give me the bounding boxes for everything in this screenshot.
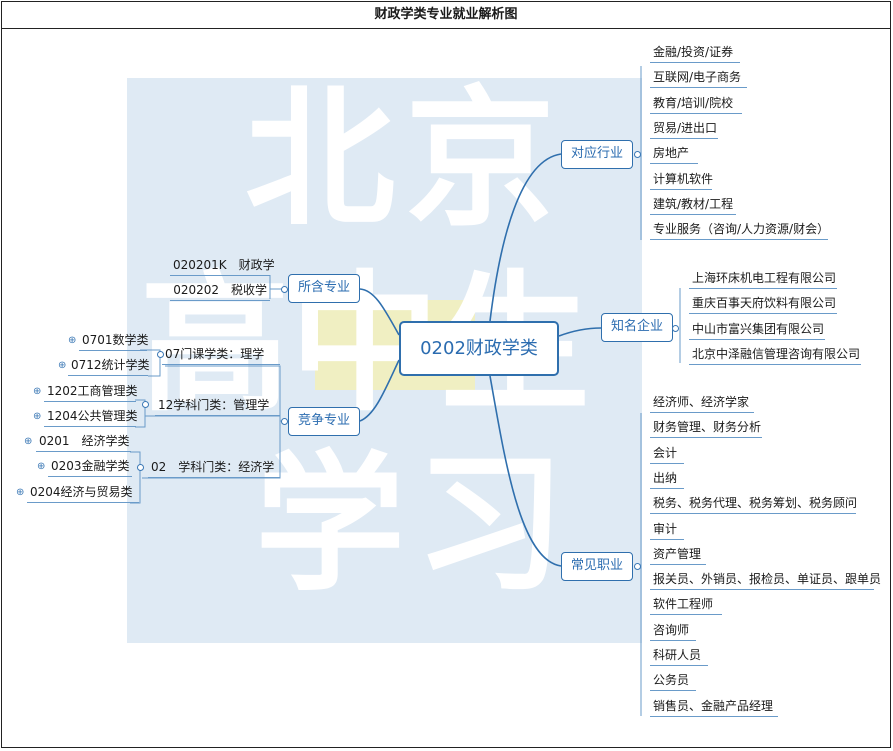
- job-item[interactable]: 财务管理、财务分析: [650, 418, 762, 439]
- job-item[interactable]: 公务员: [650, 671, 696, 692]
- competing-item[interactable]: 1202工商管理类: [44, 382, 138, 402]
- collapse-toggle-icon[interactable]: [634, 151, 641, 158]
- industry-item[interactable]: 金融/投资/证券: [650, 43, 740, 63]
- company-item[interactable]: 上海环床机电工程有限公司: [689, 269, 837, 289]
- major-item[interactable]: 020201K 财政学: [170, 256, 275, 276]
- branch-competing[interactable]: 竞争专业: [288, 407, 360, 436]
- industry-item[interactable]: 专业服务（咨询/人力资源/财会）: [650, 220, 829, 241]
- competing-item[interactable]: 0712统计学类: [68, 356, 150, 376]
- major-item[interactable]: 020202 税收学: [170, 281, 270, 301]
- job-item[interactable]: 科研人员: [650, 646, 708, 666]
- competing-item[interactable]: 0204经济与贸易类: [27, 483, 139, 503]
- collapse-toggle-icon[interactable]: [157, 351, 164, 358]
- expand-plus-icon[interactable]: ⊕: [24, 437, 32, 447]
- industry-item[interactable]: 贸易/进出口: [650, 119, 718, 139]
- job-item[interactable]: 会计: [650, 444, 684, 464]
- competing-group-economics[interactable]: 02 学科门类：经济学: [148, 458, 280, 478]
- competing-group-management[interactable]: 12学科门类：管理学: [155, 396, 280, 416]
- job-item[interactable]: 审计: [650, 520, 684, 540]
- job-item[interactable]: 出纳: [650, 469, 684, 489]
- center-topic[interactable]: 0202财政学类: [399, 321, 559, 376]
- branch-majors[interactable]: 所含专业: [288, 274, 360, 303]
- collapse-toggle-icon[interactable]: [281, 286, 288, 293]
- competing-item[interactable]: 1204公共管理类: [44, 407, 138, 427]
- job-item[interactable]: 销售员、金融产品经理: [650, 697, 778, 717]
- collapse-toggle-icon[interactable]: [281, 418, 288, 425]
- collapse-toggle-icon[interactable]: [634, 563, 641, 570]
- branch-companies[interactable]: 知名企业: [601, 313, 673, 342]
- branch-industry[interactable]: 对应行业: [561, 140, 633, 169]
- competing-item[interactable]: 0701数学类: [79, 331, 149, 351]
- expand-plus-icon[interactable]: ⊕: [33, 387, 41, 397]
- industry-item[interactable]: 互联网/电子商务: [650, 68, 747, 89]
- competing-item[interactable]: 0201 经济学类: [36, 432, 131, 452]
- competing-group-science[interactable]: 07门课学类：理学: [162, 345, 280, 365]
- collapse-toggle-icon[interactable]: [672, 325, 679, 332]
- company-item[interactable]: 北京中泽融信管理咨询有限公司: [689, 345, 861, 365]
- industry-item[interactable]: 计算机软件: [650, 170, 713, 190]
- job-item[interactable]: 咨询师: [650, 621, 696, 641]
- collapse-toggle-icon[interactable]: [142, 401, 149, 408]
- company-item[interactable]: 重庆百事天府饮料有限公司: [689, 294, 837, 315]
- expand-plus-icon[interactable]: ⊕: [33, 412, 41, 422]
- industry-item[interactable]: 建筑/教材/工程: [650, 195, 736, 215]
- industry-item[interactable]: 教育/培训/院校: [650, 94, 742, 114]
- industry-item[interactable]: 房地产: [650, 144, 698, 165]
- job-item[interactable]: 资产管理: [650, 545, 706, 565]
- job-item[interactable]: 税务、税务代理、税务筹划、税务顾问: [650, 494, 857, 515]
- competing-item[interactable]: 0203金融学类: [48, 457, 132, 477]
- company-item[interactable]: 中山市富兴集团有限公司: [689, 320, 825, 340]
- branch-jobs[interactable]: 常见职业: [561, 552, 633, 581]
- expand-plus-icon[interactable]: ⊕: [37, 462, 45, 472]
- job-item[interactable]: 经济师、经济学家: [650, 393, 754, 413]
- job-item[interactable]: 报关员、外销员、报检员、单证员、跟单员: [650, 570, 881, 591]
- expand-plus-icon[interactable]: ⊕: [68, 336, 76, 346]
- expand-plus-icon[interactable]: ⊕: [16, 488, 24, 498]
- expand-plus-icon[interactable]: ⊕: [58, 361, 66, 371]
- job-item[interactable]: 软件工程师: [650, 595, 722, 616]
- collapse-toggle-icon[interactable]: [137, 464, 144, 471]
